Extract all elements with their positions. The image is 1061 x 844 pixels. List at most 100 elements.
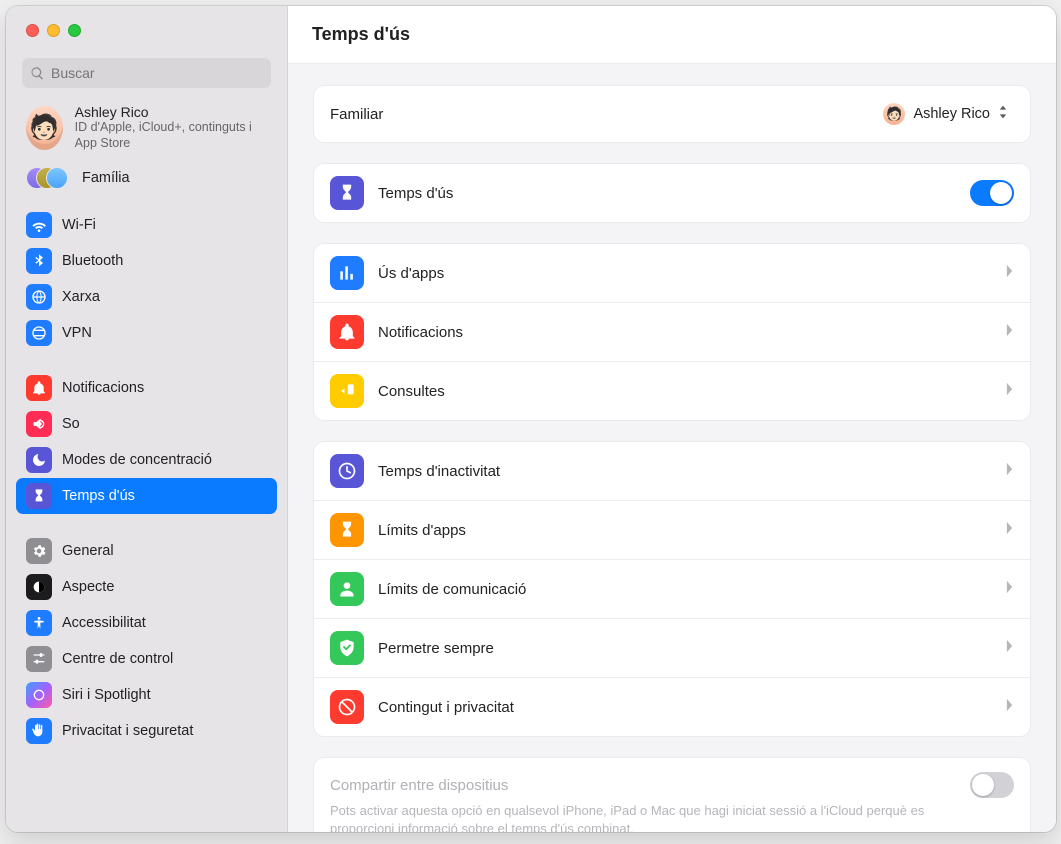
chevron-right-icon (1005, 323, 1014, 342)
screentime-label: Temps d'ús (378, 185, 956, 202)
sliders-icon (26, 646, 52, 672)
updown-icon (998, 104, 1008, 124)
clock-icon (330, 454, 364, 488)
chevron-right-icon (1005, 698, 1014, 717)
accessibility-icon (26, 610, 52, 636)
account-subtitle: ID d'Apple, iCloud+, continguts i App St… (75, 120, 271, 151)
sidebar-item-privacy[interactable]: Privacitat i seguretat (16, 713, 277, 749)
gear-icon (26, 538, 52, 564)
family-avatar-stack-icon (26, 165, 70, 191)
close-window-button[interactable] (26, 24, 39, 37)
sidebar-item-label: Temps d'ús (62, 488, 135, 504)
family-member-selector[interactable]: 🧑🏻 Ashley Rico (877, 100, 1014, 128)
sidebar-item-screentime[interactable]: Temps d'ús (16, 478, 277, 514)
share-across-devices-title: Compartir entre dispositius (330, 777, 508, 794)
row-label: Contingut i privacitat (378, 699, 991, 716)
hand-icon (26, 718, 52, 744)
sidebar-item-label: Siri i Spotlight (62, 687, 151, 703)
sidebar-item-label: Privacitat i seguretat (62, 723, 193, 739)
sidebar: 🧑🏻 Ashley Rico ID d'Apple, iCloud+, cont… (6, 6, 288, 832)
window-controls (26, 24, 81, 37)
settings-window: 🧑🏻 Ashley Rico ID d'Apple, iCloud+, cont… (6, 6, 1056, 832)
sidebar-item-label: Aspecte (62, 579, 114, 595)
row-label: Temps d'inactivitat (378, 463, 991, 480)
sidebar-item-accessibility[interactable]: Accessibilitat (16, 605, 277, 641)
main-panel: Temps d'ús Familiar 🧑🏻 Ashley Rico (288, 6, 1056, 832)
row-label: Consultes (378, 383, 991, 400)
no-entry-icon (330, 690, 364, 724)
row-app-usage[interactable]: Ús d'apps (314, 244, 1030, 302)
sidebar-item-label: Modes de concentració (62, 452, 212, 468)
search-input[interactable] (51, 65, 263, 81)
fullscreen-window-button[interactable] (68, 24, 81, 37)
sidebar-item-label: Bluetooth (62, 253, 123, 269)
row-pickups[interactable]: Consultes (314, 361, 1030, 420)
sidebar-item-appearance[interactable]: Aspecte (16, 569, 277, 605)
share-across-devices-description: Pots activar aquesta opció en qualsevol … (330, 802, 970, 832)
sidebar-item-bluetooth[interactable]: Bluetooth (16, 243, 277, 279)
row-label: Límits d'apps (378, 522, 991, 539)
search-field-wrapper[interactable] (22, 58, 271, 88)
page-title: Temps d'ús (312, 24, 410, 45)
sidebar-item-label: Accessibilitat (62, 615, 146, 631)
family-label: Família (82, 170, 130, 186)
sidebar-item-wifi[interactable]: Wi-Fi (16, 207, 277, 243)
globe-icon (26, 284, 52, 310)
chevron-right-icon (1005, 382, 1014, 401)
sidebar-item-network[interactable]: Xarxa (16, 279, 277, 315)
sidebar-item-control-center[interactable]: Centre de control (16, 641, 277, 677)
row-label: Permetre sempre (378, 640, 991, 657)
sidebar-item-vpn[interactable]: VPN (16, 315, 277, 351)
siri-icon (26, 682, 52, 708)
minimize-window-button[interactable] (47, 24, 60, 37)
row-notifications-usage[interactable]: Notificacions (314, 302, 1030, 361)
sidebar-item-label: So (62, 416, 80, 432)
apple-id-account-row[interactable]: 🧑🏻 Ashley Rico ID d'Apple, iCloud+, cont… (6, 96, 287, 159)
row-always-allow[interactable]: Permetre sempre (314, 618, 1030, 677)
bell-icon (330, 315, 364, 349)
appearance-icon (26, 574, 52, 600)
row-label: Ús d'apps (378, 265, 991, 282)
row-content-privacy[interactable]: Contingut i privacitat (314, 677, 1030, 736)
sidebar-item-siri[interactable]: Siri i Spotlight (16, 677, 277, 713)
sidebar-item-label: General (62, 543, 114, 559)
account-avatar: 🧑🏻 (26, 106, 63, 150)
family-member-name: Ashley Rico (913, 106, 990, 122)
bar-chart-icon (330, 256, 364, 290)
row-app-limits[interactable]: Límits d'apps (314, 500, 1030, 559)
sidebar-item-focus[interactable]: Modes de concentració (16, 442, 277, 478)
share-across-devices-toggle[interactable] (970, 772, 1014, 798)
row-downtime[interactable]: Temps d'inactivitat (314, 442, 1030, 500)
row-label: Notificacions (378, 324, 991, 341)
sidebar-item-label: Notificacions (62, 380, 144, 396)
account-name: Ashley Rico (75, 104, 271, 120)
hourglass-icon (330, 513, 364, 547)
sidebar-item-label: VPN (62, 325, 92, 341)
family-member-avatar: 🧑🏻 (883, 103, 905, 125)
sidebar-item-label: Xarxa (62, 289, 100, 305)
chevron-right-icon (1005, 264, 1014, 283)
hourglass-icon (330, 176, 364, 210)
row-label: Límits de comunicació (378, 581, 991, 598)
chevron-right-icon (1005, 521, 1014, 540)
chevron-right-icon (1005, 639, 1014, 658)
sidebar-item-family[interactable]: Família (6, 159, 287, 201)
person-icon (330, 572, 364, 606)
search-icon (30, 66, 45, 81)
row-communication-limits[interactable]: Límits de comunicació (314, 559, 1030, 618)
family-member-label: Familiar (330, 106, 877, 123)
pickups-icon (330, 374, 364, 408)
check-shield-icon (330, 631, 364, 665)
vpn-globe-icon (26, 320, 52, 346)
sidebar-item-label: Centre de control (62, 651, 173, 667)
bluetooth-icon (26, 248, 52, 274)
sidebar-item-sound[interactable]: So (16, 406, 277, 442)
wifi-icon (26, 212, 52, 238)
moon-icon (26, 447, 52, 473)
sidebar-item-notifications[interactable]: Notificacions (16, 370, 277, 406)
titlebar: Temps d'ús (288, 6, 1056, 64)
screentime-toggle[interactable] (970, 180, 1014, 206)
sidebar-item-general[interactable]: General (16, 533, 277, 569)
sidebar-item-label: Wi-Fi (62, 217, 96, 233)
bell-icon (26, 375, 52, 401)
